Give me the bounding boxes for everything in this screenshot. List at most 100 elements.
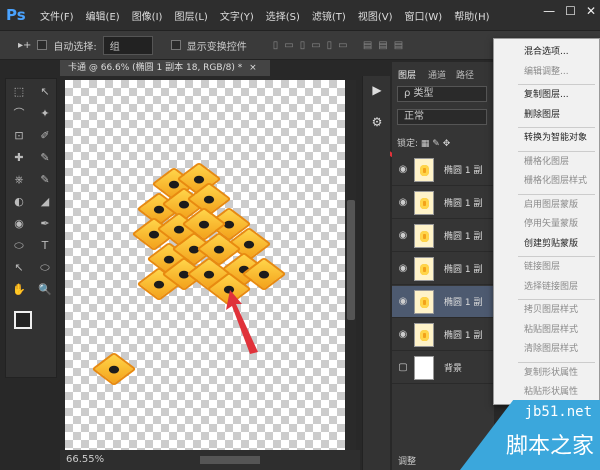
brush-icon[interactable]: ✎ (35, 149, 55, 167)
tab-layers[interactable]: 图层 (398, 68, 416, 81)
dodge-icon[interactable]: ⬭ (9, 237, 29, 255)
align-icons[interactable]: ▯▭▯▭▯▭ ▤▤▤ (273, 40, 409, 51)
menu-item[interactable]: 选择(S) (266, 8, 300, 23)
menu-separator (518, 84, 595, 85)
menu-separator (518, 299, 595, 300)
layer-row[interactable]: ◉ 椭圆 1 副 (392, 220, 494, 252)
context-menu-item[interactable]: 启用图层蒙版 (524, 197, 578, 210)
eye-icon[interactable]: ◉ (392, 164, 414, 175)
layer-name: 背景 (444, 364, 463, 374)
close-button[interactable]: ✕ (586, 4, 596, 18)
layer-filter-dropdown[interactable]: ρ 类型 (397, 86, 487, 102)
layer-row[interactable]: ◉ 椭圆 1 副 (392, 286, 494, 318)
gradient-icon[interactable]: ◢ (35, 193, 55, 211)
auto-select-checkbox[interactable] (37, 40, 48, 50)
context-menu-item[interactable]: 停用矢量蒙版 (524, 216, 578, 229)
properties-icon[interactable]: ⚙ (367, 112, 387, 132)
menu-item[interactable]: 视图(V) (358, 8, 393, 23)
eyedropper-icon[interactable]: ✐ (35, 127, 55, 145)
horizontal-scroll-thumb[interactable] (200, 456, 260, 464)
layer-name: 椭圆 1 副 (444, 265, 483, 275)
menu-item[interactable]: 图像(I) (132, 8, 163, 23)
layer-row[interactable]: ◉ 椭圆 1 副 (392, 154, 494, 186)
context-menu-item[interactable]: 清除图层样式 (524, 341, 578, 354)
play-icon[interactable]: ▶ (367, 80, 387, 100)
eye-icon[interactable]: ◉ (392, 197, 414, 208)
menu-item[interactable]: 滤镜(T) (312, 8, 346, 23)
layer-row[interactable]: ◉ 椭圆 1 副 (392, 187, 494, 219)
stamp-icon[interactable]: ⎈ (9, 171, 29, 189)
zoom-icon[interactable]: 🔍 (35, 281, 55, 299)
pen-icon[interactable]: ✒ (35, 215, 55, 233)
eye-icon[interactable]: ◉ (392, 329, 414, 340)
context-menu-item[interactable]: 混合选项... (524, 44, 569, 57)
healing-icon[interactable]: ✚ (9, 149, 29, 167)
zoom-level[interactable]: 66.55% (66, 454, 104, 465)
move-icon[interactable]: ↖ (35, 83, 55, 101)
layer-name: 椭圆 1 副 (444, 331, 483, 341)
document-tab[interactable]: 卡通 @ 66.6% (椭圆 1 副本 18, RGB/8) * × (60, 60, 270, 76)
eraser-icon[interactable]: ◐ (9, 193, 29, 211)
context-menu-item[interactable]: 选择链接图层 (524, 279, 578, 292)
move-tool-preset[interactable]: ▸+ (18, 40, 31, 51)
lock-icons[interactable]: ▦ ✎ ✥ (421, 139, 450, 149)
eye-icon[interactable]: ◉ (392, 230, 414, 241)
diamond-shape (91, 351, 137, 387)
menu-item[interactable]: 编辑(E) (86, 8, 120, 23)
layer-thumbnail (414, 355, 434, 380)
menu-bar: Ps 文件(F) 编辑(E) 图像(I) 图层(L) 文字(Y) 选择(S) 滤镜(T) 视图… (0, 0, 600, 30)
vertical-scrollbar[interactable] (346, 80, 356, 450)
tab-channels[interactable]: 通道 (428, 68, 446, 81)
marquee-icon[interactable]: ⬚ (9, 83, 29, 101)
menu-item[interactable]: 图层(L) (174, 8, 207, 23)
context-menu-item[interactable]: 删除图层 (524, 107, 560, 120)
document-tabs: 卡通 @ 66.6% (椭圆 1 副本 18, RGB/8) * × (60, 60, 360, 76)
layer-name: 椭圆 1 副 (444, 166, 483, 176)
context-menu-item[interactable]: 栅格化图层 (524, 154, 569, 167)
close-tab-icon[interactable]: × (249, 63, 257, 73)
context-menu-item[interactable]: 拷贝图层样式 (524, 302, 578, 315)
blur-icon[interactable]: ◉ (9, 215, 29, 233)
watermark-name: 脚本之家 (505, 434, 594, 459)
tab-paths[interactable]: 路径 (456, 68, 474, 81)
history-brush-icon[interactable]: ✎ (35, 171, 55, 189)
context-menu-item[interactable]: 编辑调整... (524, 64, 569, 77)
menu-item[interactable]: 文件(F) (40, 8, 74, 23)
menu-item[interactable]: 帮助(H) (454, 8, 489, 23)
context-menu-item[interactable]: 栅格化图层样式 (524, 173, 587, 186)
layer-row[interactable]: ◉ 椭圆 1 副 (392, 319, 494, 351)
auto-select-dropdown[interactable]: 组 (102, 35, 153, 55)
watermark-site: jb51.net (524, 404, 592, 420)
canvas-area (60, 76, 360, 450)
context-menu-item[interactable]: 创建剪贴蒙版 (524, 236, 578, 249)
layer-row[interactable]: ▢ 背景 (392, 352, 494, 384)
maximize-button[interactable]: ☐ (565, 4, 576, 18)
minimize-button[interactable]: — (543, 4, 555, 18)
layer-thumbnail (414, 256, 434, 281)
adjustments-tab[interactable]: 调整 (398, 454, 416, 467)
context-menu-item[interactable]: 粘贴形状属性 (524, 384, 578, 397)
visibility-off-icon[interactable]: ▢ (392, 362, 414, 373)
layer-row[interactable]: ◉ 椭圆 1 副 (392, 253, 494, 285)
crop-icon[interactable]: ⊡ (9, 127, 29, 145)
context-menu-item[interactable]: 转换为智能对象 (524, 130, 587, 143)
context-menu-item[interactable]: 链接图层 (524, 259, 560, 272)
shape-icon[interactable]: ⬭ (35, 259, 55, 277)
magic-wand-icon[interactable]: ✦ (35, 105, 55, 123)
context-menu-item[interactable]: 复制形状属性 (524, 365, 578, 378)
context-menu-item[interactable]: 复制图层... (524, 87, 569, 100)
blend-mode-dropdown[interactable]: 正常 (397, 109, 487, 125)
show-transform-checkbox[interactable] (170, 40, 181, 50)
scroll-thumb[interactable] (347, 200, 355, 320)
context-menu-item[interactable]: 粘贴图层样式 (524, 322, 578, 335)
type-icon[interactable]: T (35, 237, 55, 255)
menu-item[interactable]: 窗口(W) (404, 8, 442, 23)
menu-item[interactable]: 文字(Y) (220, 8, 254, 23)
canvas[interactable] (65, 80, 345, 450)
lasso-icon[interactable]: ⌒ (9, 105, 29, 123)
eye-icon[interactable]: ◉ (392, 263, 414, 274)
eye-icon[interactable]: ◉ (392, 296, 414, 307)
hand-icon[interactable]: ✋ (9, 281, 29, 299)
path-select-icon[interactable]: ↖ (9, 259, 29, 277)
foreground-color-swatch[interactable] (14, 311, 32, 329)
